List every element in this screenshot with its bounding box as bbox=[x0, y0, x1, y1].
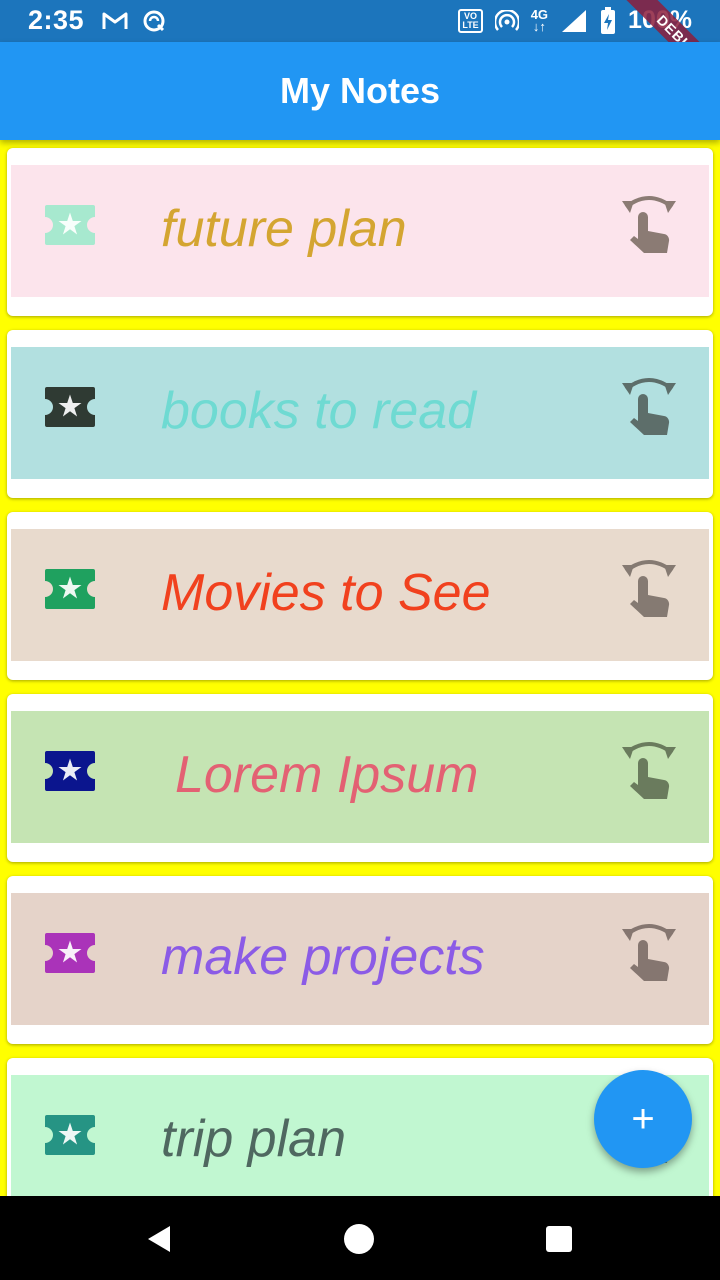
note-title: make projects bbox=[161, 928, 485, 986]
ticket-star-icon bbox=[45, 933, 95, 973]
note-content[interactable]: Movies to See bbox=[11, 529, 709, 661]
status-right-icons: VO LTE 4G ↓↑ 100% bbox=[458, 6, 692, 35]
battery-percentage: 100% bbox=[628, 6, 692, 34]
status-bar: 2:35 VO LTE 4G ↓↑ 100% bbox=[0, 0, 720, 42]
note-content[interactable]: books to read bbox=[11, 347, 709, 479]
hotspot-icon bbox=[494, 9, 519, 31]
ticket-star-icon bbox=[45, 1115, 95, 1155]
note-title: trip plan bbox=[161, 1110, 346, 1168]
note-title: books to read bbox=[161, 382, 477, 440]
note-card[interactable]: Lorem Ipsum bbox=[7, 694, 713, 862]
note-card[interactable]: make projects bbox=[7, 876, 713, 1044]
gmail-icon bbox=[102, 12, 128, 29]
sync-icon bbox=[143, 10, 165, 32]
note-content[interactable]: future plan bbox=[11, 165, 709, 297]
ticket-star-icon bbox=[45, 751, 95, 791]
battery-charging-icon bbox=[601, 6, 616, 34]
home-icon[interactable] bbox=[342, 1222, 376, 1256]
status-left-icons bbox=[102, 9, 166, 33]
app-bar: My Notes bbox=[0, 42, 720, 140]
ticket-star-icon bbox=[45, 569, 95, 609]
plus-icon: + bbox=[631, 1096, 655, 1141]
swipe-gesture-icon[interactable] bbox=[620, 193, 678, 255]
network-type-icon: 4G ↓↑ bbox=[530, 6, 549, 34]
swipe-gesture-icon[interactable] bbox=[620, 375, 678, 437]
swipe-gesture-icon[interactable] bbox=[620, 739, 678, 801]
swipe-gesture-icon[interactable] bbox=[620, 921, 678, 983]
note-title: Movies to See bbox=[161, 564, 491, 622]
note-card[interactable]: books to read bbox=[7, 330, 713, 498]
signal-icon bbox=[562, 9, 587, 32]
note-content[interactable]: Lorem Ipsum bbox=[11, 711, 709, 843]
note-content[interactable]: make projects bbox=[11, 893, 709, 1025]
note-card[interactable]: Movies to See bbox=[7, 512, 713, 680]
note-title: Lorem Ipsum bbox=[175, 746, 479, 804]
status-time: 2:35 bbox=[28, 5, 85, 35]
note-card[interactable]: future plan bbox=[7, 148, 713, 316]
swipe-gesture-icon[interactable] bbox=[620, 557, 678, 619]
navigation-bar bbox=[0, 1196, 720, 1280]
add-note-button[interactable]: + bbox=[594, 1070, 692, 1168]
ticket-star-icon bbox=[45, 387, 95, 427]
notes-list[interactable]: future plan books to read Movies to See … bbox=[0, 140, 720, 1196]
recents-icon[interactable] bbox=[542, 1222, 576, 1256]
ticket-star-icon bbox=[45, 205, 95, 245]
back-icon[interactable] bbox=[142, 1222, 176, 1256]
note-title: future plan bbox=[161, 200, 407, 258]
volte-icon: VO LTE bbox=[458, 8, 483, 33]
page-title: My Notes bbox=[279, 70, 441, 111]
